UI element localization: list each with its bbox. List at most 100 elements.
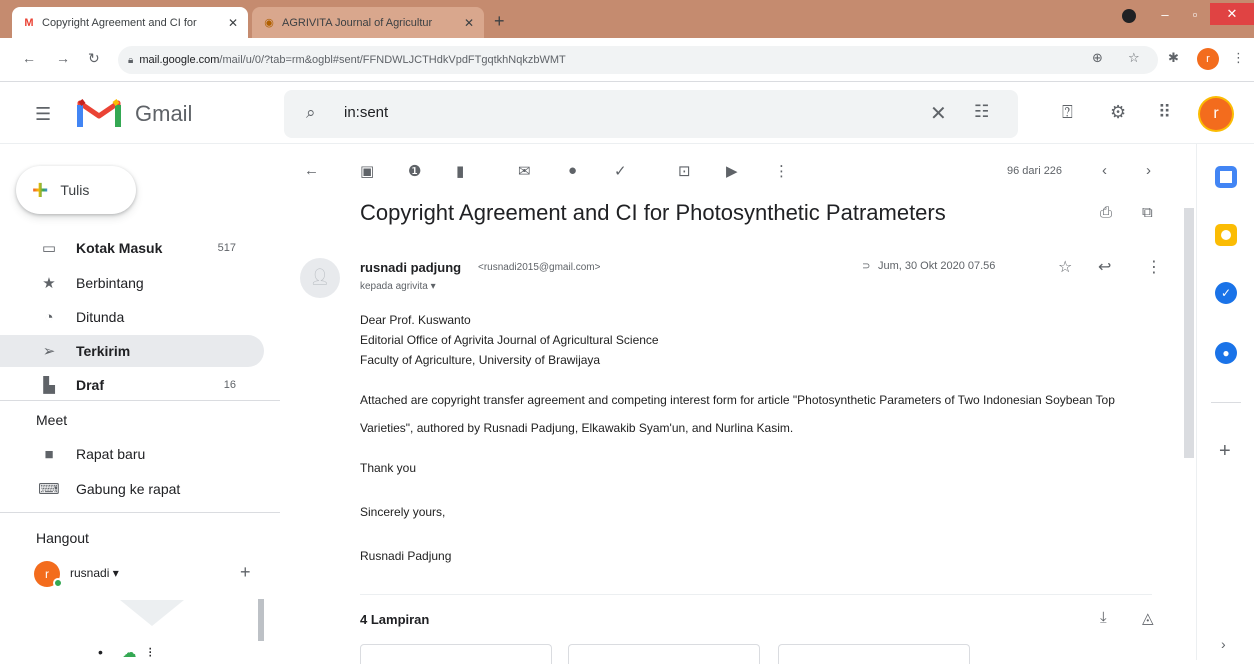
archive-icon[interactable]: ▣: [360, 162, 374, 180]
clear-search-icon[interactable]: ✕: [930, 101, 947, 126]
compose-plus-icon: +: [32, 174, 49, 205]
forward-arrow-icon[interactable]: →: [56, 50, 70, 66]
search-options-icon[interactable]: ☷: [974, 102, 989, 122]
delete-icon[interactable]: ▮: [456, 162, 464, 180]
tab-close-icon[interactable]: ✕: [464, 16, 474, 30]
tasks-icon[interactable]: ✓: [1215, 282, 1237, 304]
sidebar-item-label: Draf: [76, 377, 105, 393]
divider: [0, 512, 280, 513]
chrome-menu-icon[interactable]: ⋮: [1232, 50, 1245, 66]
search-input[interactable]: [344, 104, 864, 121]
hangout-add-icon[interactable]: +: [240, 562, 251, 583]
meet-section-title: Meet: [36, 412, 68, 428]
main-menu-icon[interactable]: ☰: [35, 104, 51, 125]
sidebar-item-count: 517: [217, 242, 236, 254]
report-spam-icon[interactable]: ❶: [408, 162, 421, 180]
sidebar-item-label: Berbintang: [76, 275, 144, 291]
sidebar-item-starred[interactable]: ★ Berbintang: [0, 267, 264, 299]
bookmark-star-icon[interactable]: ☆: [1128, 50, 1140, 66]
hangout-user-name[interactable]: rusnadi ▾: [70, 566, 119, 580]
sidebar-item-label: Kotak Masuk: [76, 240, 163, 256]
sidebar-item-label: Ditunda: [76, 309, 125, 325]
minimize-icon[interactable]: –: [1150, 7, 1180, 22]
window-close-icon[interactable]: ✕: [1210, 3, 1254, 25]
email-view: ← ▣ ❶ ▮ ✉ ● ✓ ⊡ ▶ ⋮ 96 dari 226 ‹ › Copy…: [280, 144, 1184, 664]
older-chevron-icon[interactable]: ›: [1146, 162, 1151, 179]
hangout-empty-indicator: [120, 600, 184, 626]
add-to-tasks-icon[interactable]: ✓: [614, 162, 627, 180]
meet-join-meeting[interactable]: ⌨ Gabung ke rapat: [0, 473, 264, 505]
maximize-icon[interactable]: ▫: [1180, 7, 1210, 22]
back-arrow-icon[interactable]: ←: [22, 50, 36, 66]
help-icon[interactable]: ⍰: [1062, 102, 1073, 123]
expand-panel-icon[interactable]: ›: [1221, 636, 1226, 652]
contacts-icon[interactable]: ●: [1215, 342, 1237, 364]
compose-button[interactable]: + Tulis: [16, 166, 136, 214]
print-icon[interactable]: ⎙: [1100, 204, 1112, 221]
add-to-drive-icon[interactable]: ◬: [1142, 609, 1154, 627]
email-scrollbar[interactable]: [1184, 208, 1194, 458]
sidebar-item-sent[interactable]: ➢ Terkirim: [0, 335, 264, 367]
mark-unread-icon[interactable]: ✉: [518, 162, 531, 180]
browser-toolbar: ← → ↻ 🔒︎ mail.google.com /mail/u/0/?tab=…: [0, 38, 1254, 82]
reply-icon[interactable]: ↩: [1098, 257, 1111, 277]
pagination-text: 96 dari 226: [1007, 165, 1063, 177]
window-controls: – ▫ ✕: [1150, 0, 1254, 28]
browser-tab-agrivita[interactable]: ◉ AGRIVITA Journal of Agricultur ✕: [252, 7, 484, 38]
recipient-dropdown[interactable]: kepada agrivita ▾: [360, 281, 436, 292]
body-line: Editorial Office of Agrivita Journal of …: [360, 333, 659, 347]
keep-icon[interactable]: [1215, 224, 1237, 246]
sender-name[interactable]: rusnadi padjung: [360, 260, 461, 275]
calendar-icon[interactable]: [1215, 166, 1237, 188]
lock-icon: 🔒︎: [128, 54, 134, 66]
attachment-card[interactable]: [778, 644, 970, 664]
new-tab-icon[interactable]: +: [494, 11, 505, 32]
attachment-card[interactable]: [360, 644, 552, 664]
divider: [360, 594, 1152, 595]
hangout-footer-icons[interactable]: • ☁ ⁝: [98, 644, 152, 661]
download-all-icon[interactable]: ⤓: [1100, 609, 1107, 626]
search-icon[interactable]: ⌕: [306, 103, 316, 123]
more-actions-icon[interactable]: ⋮: [1146, 257, 1162, 277]
search-bar: ⌕ ✕ ☷: [284, 90, 1018, 138]
reload-icon[interactable]: ↻: [88, 50, 100, 67]
sender-avatar[interactable]: 👤︎: [300, 258, 340, 298]
email-subject: Copyright Agreement and CI for Photosynt…: [360, 200, 946, 225]
meet-item-label: Gabung ke rapat: [76, 481, 181, 497]
body-paragraph: Attached are copyright transfer agreemen…: [360, 393, 1115, 435]
attachment-card[interactable]: [568, 644, 760, 664]
zoom-icon[interactable]: ⊕: [1092, 50, 1103, 66]
tab-close-icon[interactable]: ✕: [228, 16, 238, 30]
meet-new-meeting[interactable]: ■ Rapat baru: [0, 438, 264, 470]
account-avatar[interactable]: r: [1200, 98, 1232, 130]
online-status-dot: [53, 578, 63, 588]
apps-grid-icon[interactable]: ⠿: [1158, 102, 1171, 123]
back-to-list-icon[interactable]: ←: [304, 162, 319, 179]
settings-gear-icon[interactable]: ⚙: [1110, 102, 1126, 123]
get-addons-icon[interactable]: +: [1219, 440, 1231, 463]
sidebar-item-label: Terkirim: [76, 343, 131, 359]
sidebar-item-drafts[interactable]: ▙ Draf 16: [0, 369, 264, 401]
extensions-icon[interactable]: ✱: [1168, 50, 1179, 66]
browser-tab-gmail[interactable]: M Copyright Agreement and CI for ✕: [12, 7, 248, 38]
open-new-window-icon[interactable]: ⧉: [1142, 204, 1153, 221]
address-bar[interactable]: 🔒︎ mail.google.com /mail/u/0/?tab=rm&ogb…: [118, 46, 1158, 74]
snooze-icon[interactable]: ●: [568, 162, 577, 179]
more-options-icon[interactable]: ⋮: [774, 162, 789, 180]
hangout-scrollbar[interactable]: [258, 599, 264, 641]
star-icon[interactable]: ☆: [1058, 257, 1072, 277]
gmail-logo-text[interactable]: Gmail: [135, 101, 192, 127]
sender-email: <rusnadi2015@gmail.com>: [478, 262, 601, 273]
phone-icon[interactable]: ⁝: [148, 644, 152, 660]
sidebar-item-inbox[interactable]: ▭ Kotak Masuk 517: [0, 232, 264, 264]
move-to-icon[interactable]: ⊡: [678, 162, 691, 180]
newer-chevron-icon[interactable]: ‹: [1102, 162, 1107, 179]
chrome-profile-avatar[interactable]: r: [1197, 48, 1219, 70]
sidebar-item-snoozed[interactable]: ◔ Ditunda: [0, 301, 264, 333]
incognito-icon: [1122, 9, 1136, 23]
hangout-chat-icon[interactable]: ☁: [122, 644, 136, 660]
agrivita-favicon-icon: ◉: [264, 16, 274, 29]
label-icon[interactable]: ▶: [726, 162, 738, 180]
url-domain: mail.google.com: [139, 54, 220, 66]
gmail-logo-icon[interactable]: [77, 97, 121, 129]
